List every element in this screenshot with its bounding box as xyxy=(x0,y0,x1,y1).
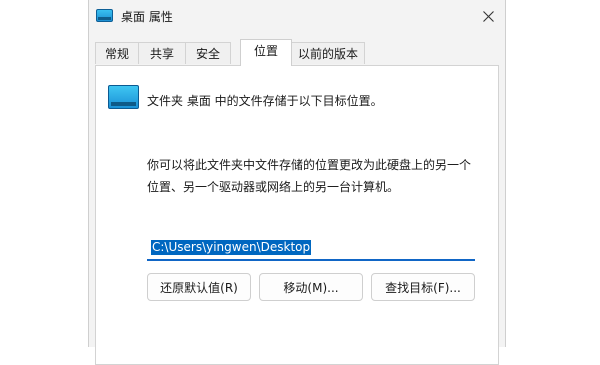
desktop-folder-icon xyxy=(108,85,139,109)
tab-sharing[interactable]: 共享 xyxy=(138,42,186,64)
location-panel: 文件夹 桌面 中的文件存储于以下目标位置。 你可以将此文件夹中文件存储的位置更改… xyxy=(95,65,499,365)
target-path-text: C:\Users\yingwen\Desktop xyxy=(151,240,312,255)
properties-dialog: 桌面 属性 常规 共享 安全 位置 以前的版本 文件夹 桌面 中的文件存储于以下… xyxy=(88,0,506,365)
close-button[interactable] xyxy=(471,0,505,32)
description-line-2: 位置、另一个驱动器或网络上的另一台计算机。 xyxy=(147,180,400,194)
window-title: 桌面 属性 xyxy=(121,10,173,24)
location-description: 你可以将此文件夹中文件存储的位置更改为此硬盘上的另一个 位置、另一个驱动器或网络… xyxy=(147,154,487,198)
target-path-input[interactable]: C:\Users\yingwen\Desktop xyxy=(147,237,475,261)
location-info: 文件夹 桌面 中的文件存储于以下目标位置。 xyxy=(147,94,383,108)
tab-general[interactable]: 常规 xyxy=(95,42,139,64)
close-icon xyxy=(482,10,494,22)
tab-location[interactable]: 位置 xyxy=(240,39,292,66)
tab-previous-versions[interactable]: 以前的版本 xyxy=(291,42,365,64)
desktop-folder-icon xyxy=(96,9,113,22)
find-target-button[interactable]: 查找目标(F)... xyxy=(371,273,475,301)
tab-security[interactable]: 安全 xyxy=(185,42,231,64)
move-button[interactable]: 移动(M)... xyxy=(259,273,363,301)
description-line-1: 你可以将此文件夹中文件存储的位置更改为此硬盘上的另一个 xyxy=(147,158,472,172)
restore-default-button[interactable]: 还原默认值(R) xyxy=(147,273,251,301)
title-bar: 桌面 属性 xyxy=(89,0,505,34)
